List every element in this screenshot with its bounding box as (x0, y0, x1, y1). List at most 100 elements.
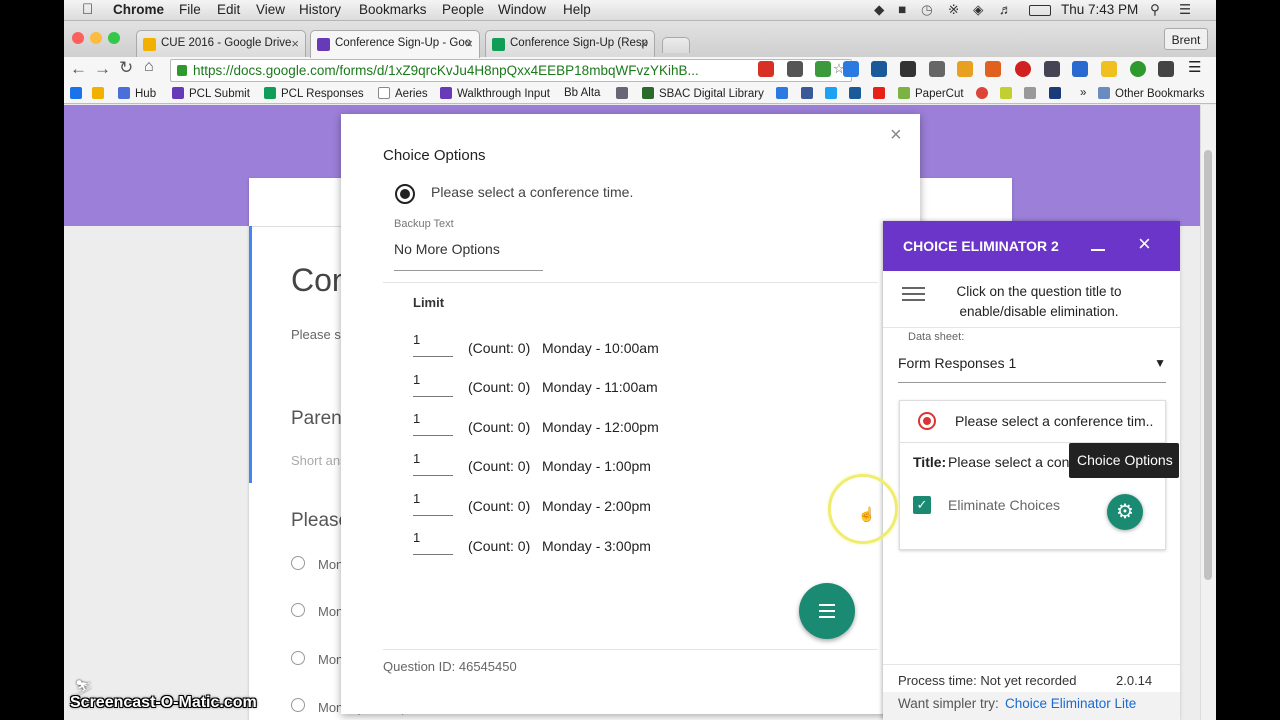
bookmark-sbac[interactable]: SBAC Digital Library (642, 87, 764, 100)
menu-app-name[interactable]: Chrome (113, 2, 164, 17)
question-parent-title[interactable]: Paren (291, 408, 342, 430)
bookmark-pcl-submit[interactable]: PCL Submit (172, 87, 250, 100)
bookmark-other[interactable]: Other Bookmarks (1098, 87, 1204, 100)
grid-icon[interactable] (1158, 61, 1174, 77)
backup-text-input[interactable]: No More Options (394, 238, 543, 271)
hamburger-menu-icon[interactable] (902, 287, 925, 301)
scrollbar-thumb[interactable] (1204, 150, 1212, 580)
datasheet-select[interactable]: Form Responses 1 ▼ (898, 349, 1166, 383)
bookmark-pcl-responses[interactable]: PCL Responses (264, 87, 364, 100)
adblock-icon[interactable] (1015, 61, 1031, 77)
more-bookmarks-icon[interactable]: » (1080, 87, 1086, 99)
tools-icon[interactable] (929, 61, 945, 77)
new-badge-icon[interactable] (985, 61, 1001, 77)
close-icon[interactable]: × (291, 36, 299, 51)
menu-file[interactable]: File (179, 2, 201, 17)
volume-icon[interactable]: ♬ (999, 2, 1013, 17)
extension-green-icon[interactable] (815, 61, 831, 77)
extension-yellow-icon[interactable] (957, 61, 973, 77)
spotlight-icon[interactable]: ⚲ (1150, 2, 1160, 18)
bookmark-walkthrough[interactable]: Walkthrough Input (440, 87, 550, 100)
hangouts-icon[interactable] (1130, 61, 1146, 77)
home-icon[interactable]: ⌂ (144, 58, 154, 76)
bookmark-facebook[interactable] (801, 87, 818, 100)
limit-input[interactable]: 1 (413, 329, 453, 357)
qr-icon[interactable] (900, 61, 916, 77)
limit-input[interactable]: 1 (413, 527, 453, 555)
window-close-button[interactable] (72, 32, 84, 44)
tab-drive[interactable]: CUE 2016 - Google Drive × (136, 30, 306, 58)
limit-input[interactable]: 1 (413, 408, 453, 436)
menu-people[interactable]: People (442, 2, 484, 17)
extension-v-icon[interactable] (1072, 61, 1088, 77)
timemachine-icon[interactable]: ◷ (921, 2, 933, 18)
limit-value: 1 (413, 530, 421, 545)
bookmark-google[interactable] (976, 87, 993, 100)
chrome-menu-icon[interactable]: ☰ (1188, 58, 1204, 76)
menu-edit[interactable]: Edit (217, 2, 240, 17)
card-title-value: Please select a conf (948, 454, 1074, 470)
notification-center-icon[interactable]: ☰ (1179, 2, 1191, 18)
bookmark-youtube[interactable] (873, 87, 890, 100)
window-minimize-button[interactable] (90, 32, 102, 44)
bookmark-twitter[interactable] (825, 87, 842, 100)
bookmark-hub[interactable]: Hub (118, 87, 156, 100)
bookmark-gear[interactable] (616, 87, 633, 100)
eliminate-checkbox[interactable]: ✓ (913, 496, 931, 514)
pocket-icon[interactable] (787, 61, 803, 77)
gmail-icon[interactable] (758, 61, 774, 77)
cloud-icon[interactable] (1044, 61, 1060, 77)
new-tab-button[interactable] (662, 37, 690, 53)
extension-blue-icon[interactable] (843, 61, 859, 77)
option-radio (291, 603, 305, 617)
bookmark-alta[interactable]: Bb Alta (564, 87, 600, 99)
bookmark-v[interactable] (1000, 87, 1017, 100)
close-icon[interactable]: × (890, 124, 902, 147)
tab-form-responses[interactable]: Conference Sign-Up (Resp × (485, 30, 655, 58)
menu-fab-button[interactable] (799, 583, 855, 639)
simpler-link[interactable]: Choice Eliminator Lite (1005, 696, 1136, 711)
extension-s-icon[interactable] (871, 61, 887, 77)
form-description[interactable]: Please se (291, 327, 348, 342)
bookmark-bc[interactable] (1049, 87, 1066, 100)
question-card-header[interactable]: Please select a conference tim.. (900, 401, 1165, 443)
drive-icon (92, 87, 104, 99)
question-radio-icon[interactable] (395, 184, 415, 204)
address-bar[interactable]: https://docs.google.com/forms/d/1xZ9qrcK… (170, 59, 852, 82)
settings-gear-button[interactable]: ⚙ (1107, 494, 1143, 530)
evernote-icon[interactable]: ■ (898, 2, 906, 17)
reload-icon[interactable]: ↻ (119, 58, 133, 78)
menu-history[interactable]: History (299, 2, 341, 17)
bookmark-w[interactable] (1024, 87, 1041, 100)
bookmark-drive[interactable] (92, 87, 109, 100)
limit-input[interactable]: 1 (413, 448, 453, 476)
wifi-icon[interactable]: ◈ (973, 2, 983, 18)
menu-window[interactable]: Window (498, 2, 546, 17)
forward-icon[interactable]: → (94, 59, 111, 79)
bookmark-aeries[interactable]: Aeries (378, 87, 428, 100)
bookmark-chat[interactable] (776, 87, 793, 100)
dropbox-icon[interactable]: ◆ (874, 2, 884, 18)
apple-icon[interactable]:  (82, 1, 93, 18)
limit-input[interactable]: 1 (413, 488, 453, 516)
bookmark-tweetdeck[interactable] (849, 87, 866, 100)
bookmark-p[interactable] (70, 87, 87, 100)
close-icon[interactable]: × (1138, 231, 1151, 257)
close-icon[interactable]: × (465, 36, 473, 51)
limit-input[interactable]: 1 (413, 369, 453, 397)
bluetooth-icon[interactable]: ※ (948, 2, 959, 18)
menu-help[interactable]: Help (563, 2, 591, 17)
bookmark-papercut[interactable]: PaperCut (898, 87, 964, 100)
back-icon[interactable]: ← (70, 59, 87, 79)
menu-view[interactable]: View (256, 2, 285, 17)
v-icon (1000, 87, 1012, 99)
tab-form-edit[interactable]: Conference Sign-Up - Goo × (310, 30, 480, 58)
battery-icon[interactable] (1029, 5, 1051, 16)
weather-icon[interactable] (1101, 61, 1117, 77)
profile-button[interactable]: Brent (1164, 28, 1208, 50)
minimize-icon[interactable] (1091, 249, 1105, 251)
window-zoom-button[interactable] (108, 32, 120, 44)
menubar-clock[interactable]: Thu 7:43 PM (1061, 2, 1138, 17)
close-icon[interactable]: × (640, 36, 648, 51)
menu-bookmarks[interactable]: Bookmarks (359, 2, 427, 17)
